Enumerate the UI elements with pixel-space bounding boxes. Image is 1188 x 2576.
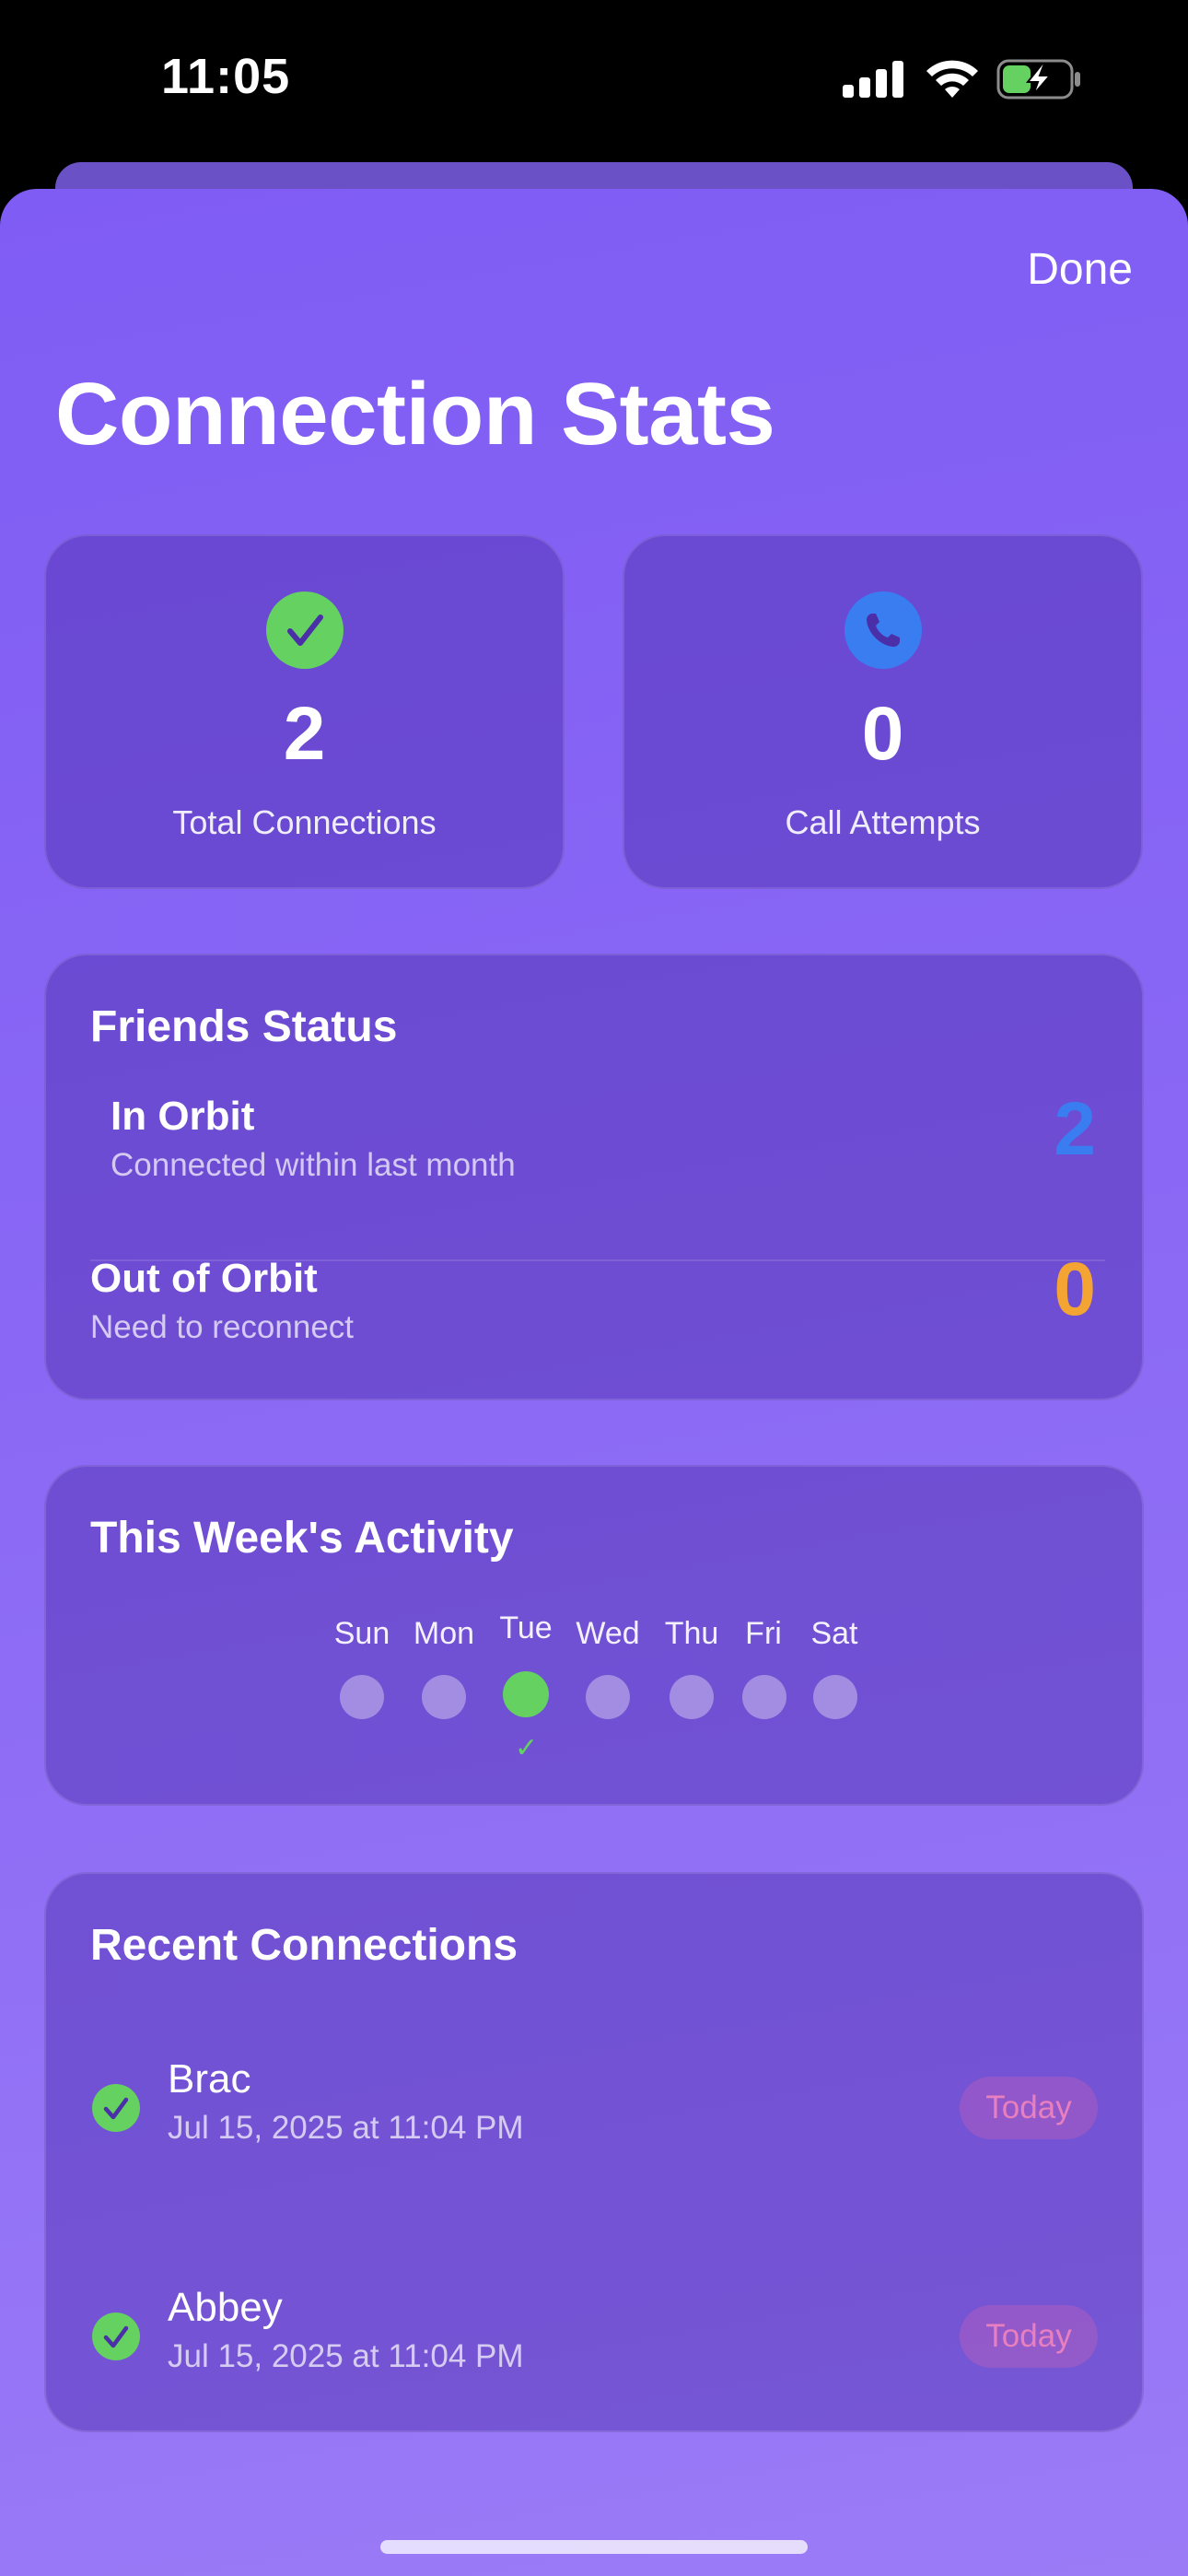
day-label: Mon <box>413 1616 475 1651</box>
day-dot-fri <box>742 1675 786 1719</box>
friends-status-card: Friends Status In Orbit Connected within… <box>44 954 1144 1400</box>
recent-connections-card: Recent Connections Brac Jul 15, 2025 at … <box>44 1872 1144 2432</box>
day-dot-wed <box>586 1675 630 1719</box>
connection-date: Jul 15, 2025 at 11:04 PM <box>168 2338 524 2374</box>
in-orbit-count: 2 <box>1054 1087 1096 1171</box>
day-label: Tue <box>499 1610 553 1645</box>
list-item[interactable]: Brac Jul 15, 2025 at 11:04 PM Today <box>46 2031 1142 2206</box>
day-thu: Thu <box>650 1616 733 1652</box>
in-orbit-subtitle: Connected within last month <box>111 1147 516 1183</box>
page-title: Connection Stats <box>55 365 775 463</box>
week-activity-title: This Week's Activity <box>90 1514 514 1563</box>
day-label: Sat <box>810 1616 858 1651</box>
out-of-orbit-count: 0 <box>1054 1247 1096 1331</box>
done-button[interactable]: Done <box>1027 244 1133 295</box>
day-mon: Mon <box>402 1616 485 1652</box>
total-connections-value: 2 <box>283 692 326 776</box>
list-item[interactable]: Abbey Jul 15, 2025 at 11:04 PM Today <box>46 2259 1142 2434</box>
checkmark-circle-icon <box>265 591 344 669</box>
day-label: Wed <box>576 1616 640 1651</box>
status-bar: 11:05 <box>0 0 1188 166</box>
wifi-icon <box>925 57 980 100</box>
today-badge: Today <box>960 2305 1098 2368</box>
in-orbit-row[interactable]: In Orbit Connected within last month 2 <box>46 1087 1142 1241</box>
day-dot-sun <box>340 1675 384 1719</box>
day-wed: Wed <box>566 1616 649 1652</box>
checkmark-circle-icon <box>92 2084 140 2132</box>
friends-status-title: Friends Status <box>90 1002 398 1051</box>
day-sat: Sat <box>793 1616 876 1652</box>
connection-date: Jul 15, 2025 at 11:04 PM <box>168 2110 524 2146</box>
day-dot-mon <box>422 1675 466 1719</box>
out-of-orbit-name: Out of Orbit <box>90 1256 318 1301</box>
call-attempts-card: 0 Call Attempts <box>623 534 1143 889</box>
day-dot-thu <box>670 1675 714 1719</box>
today-badge: Today <box>960 2077 1098 2139</box>
in-orbit-name: In Orbit <box>111 1094 255 1139</box>
battery-charging-icon <box>996 59 1083 100</box>
day-dot-sat <box>813 1675 857 1719</box>
day-dot-tue-active <box>503 1671 549 1717</box>
out-of-orbit-row[interactable]: Out of Orbit Need to reconnect 0 <box>46 1247 1142 1385</box>
call-attempts-value: 0 <box>861 692 904 776</box>
week-activity-card: This Week's Activity Sun Mon Tue Wed Thu… <box>44 1465 1144 1806</box>
day-label: Thu <box>664 1616 719 1651</box>
total-connections-card: 2 Total Connections <box>44 534 565 889</box>
connection-name: Abbey <box>168 2285 283 2330</box>
total-connections-label: Total Connections <box>172 803 437 841</box>
checkmark-icon: ✓ <box>515 1733 539 1763</box>
day-sun: Sun <box>320 1616 403 1652</box>
status-time: 11:05 <box>161 49 291 104</box>
home-indicator[interactable] <box>380 2540 808 2554</box>
day-label: Sun <box>333 1616 390 1651</box>
stats-sheet: Done Connection Stats 2 Total Connection… <box>0 189 1188 2576</box>
phone-icon <box>844 591 922 669</box>
day-tue: Tue <box>484 1610 567 1646</box>
call-attempts-label: Call Attempts <box>785 803 981 841</box>
recent-connections-title: Recent Connections <box>90 1921 518 1970</box>
out-of-orbit-subtitle: Need to reconnect <box>90 1309 355 1345</box>
checkmark-circle-icon <box>92 2313 140 2360</box>
cellular-signal-icon <box>843 61 903 98</box>
connection-name: Brac <box>168 2056 251 2102</box>
